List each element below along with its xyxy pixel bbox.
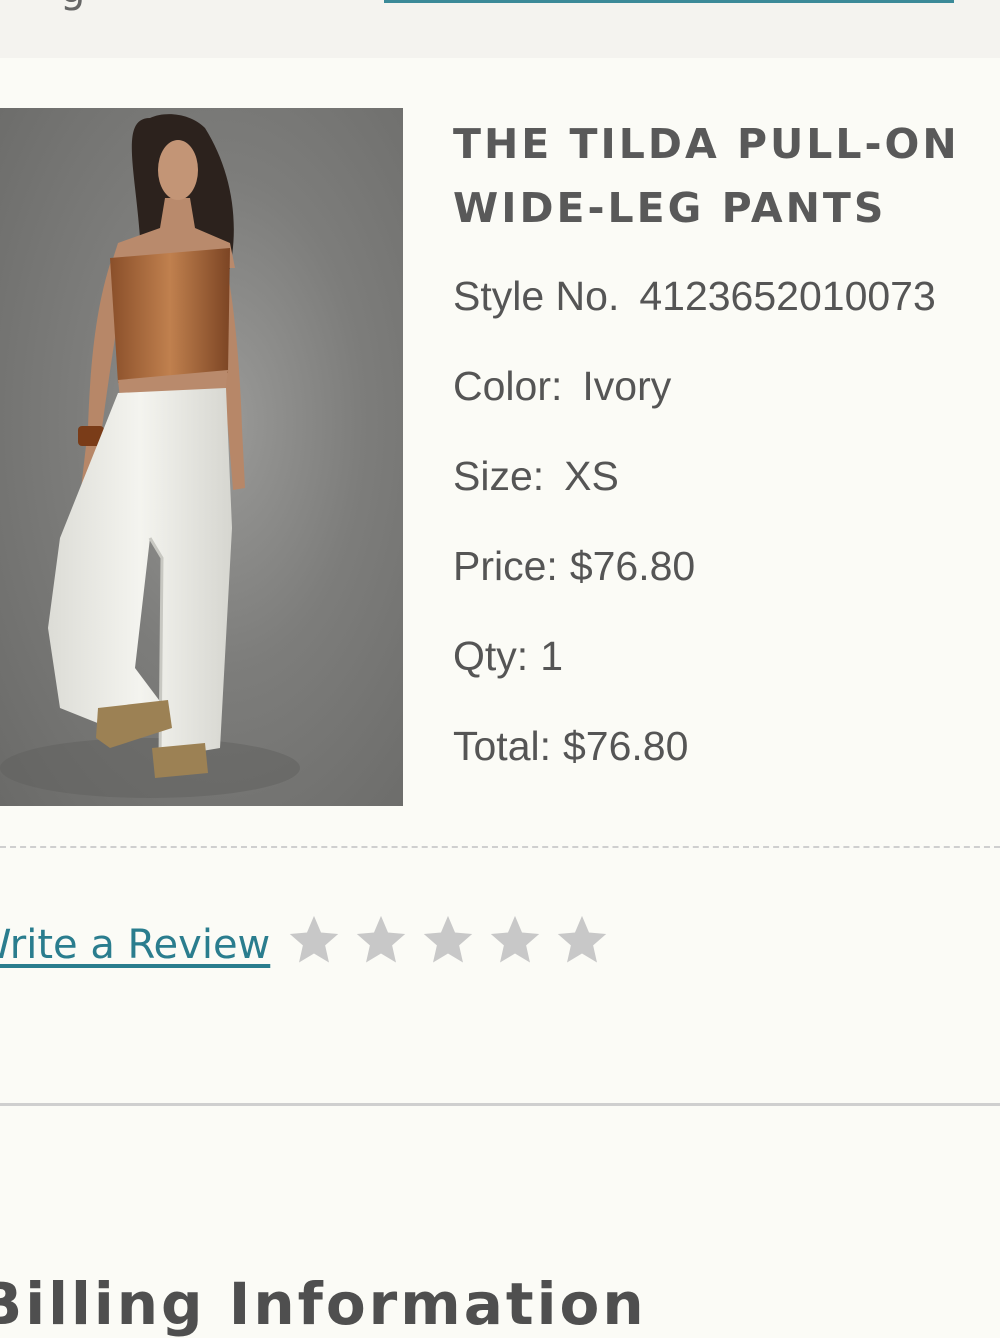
header-partial-text: g	[60, 0, 86, 12]
section-divider	[0, 1103, 1000, 1106]
dashed-divider	[0, 846, 1000, 848]
star-rating[interactable]	[280, 905, 615, 975]
qty-label: Qty:	[453, 633, 529, 679]
product-title[interactable]: THE TILDA PULL-ON WIDE-LEG PANTS	[453, 112, 993, 240]
star-icon[interactable]	[481, 905, 548, 975]
star-icon[interactable]	[347, 905, 414, 975]
product-photo	[0, 114, 300, 798]
style-number-row: Style No. 4123652010073	[453, 273, 936, 320]
qty-value: 1	[540, 633, 563, 679]
color-row: Color: Ivory	[453, 363, 671, 410]
style-label: Style No.	[453, 273, 620, 319]
star-icon[interactable]	[548, 905, 615, 975]
style-value: 4123652010073	[639, 273, 936, 319]
color-label: Color:	[453, 363, 563, 409]
star-icon[interactable]	[414, 905, 481, 975]
size-label: Size:	[453, 453, 545, 499]
product-title-line-2: WIDE-LEG PANTS	[453, 184, 887, 232]
total-label: Total:	[453, 723, 551, 769]
billing-information-heading: Billing Information	[0, 1270, 647, 1338]
color-value: Ivory	[582, 363, 672, 409]
star-icon[interactable]	[280, 905, 347, 975]
qty-row: Qty: 1	[453, 633, 563, 680]
size-value: XS	[564, 453, 619, 499]
top-header-strip: g	[0, 0, 1000, 58]
price-value: $76.80	[569, 543, 696, 589]
product-title-line-1: THE TILDA PULL-ON	[453, 120, 960, 168]
price-row: Price: $76.80	[453, 543, 695, 590]
size-row: Size: XS	[453, 453, 619, 500]
total-value: $76.80	[563, 723, 689, 769]
product-image[interactable]	[0, 108, 403, 806]
price-label: Price:	[453, 543, 558, 589]
header-link-underline[interactable]	[384, 0, 954, 3]
write-review-link[interactable]: Write a Review	[0, 922, 270, 968]
total-row: Total: $76.80	[453, 723, 688, 770]
